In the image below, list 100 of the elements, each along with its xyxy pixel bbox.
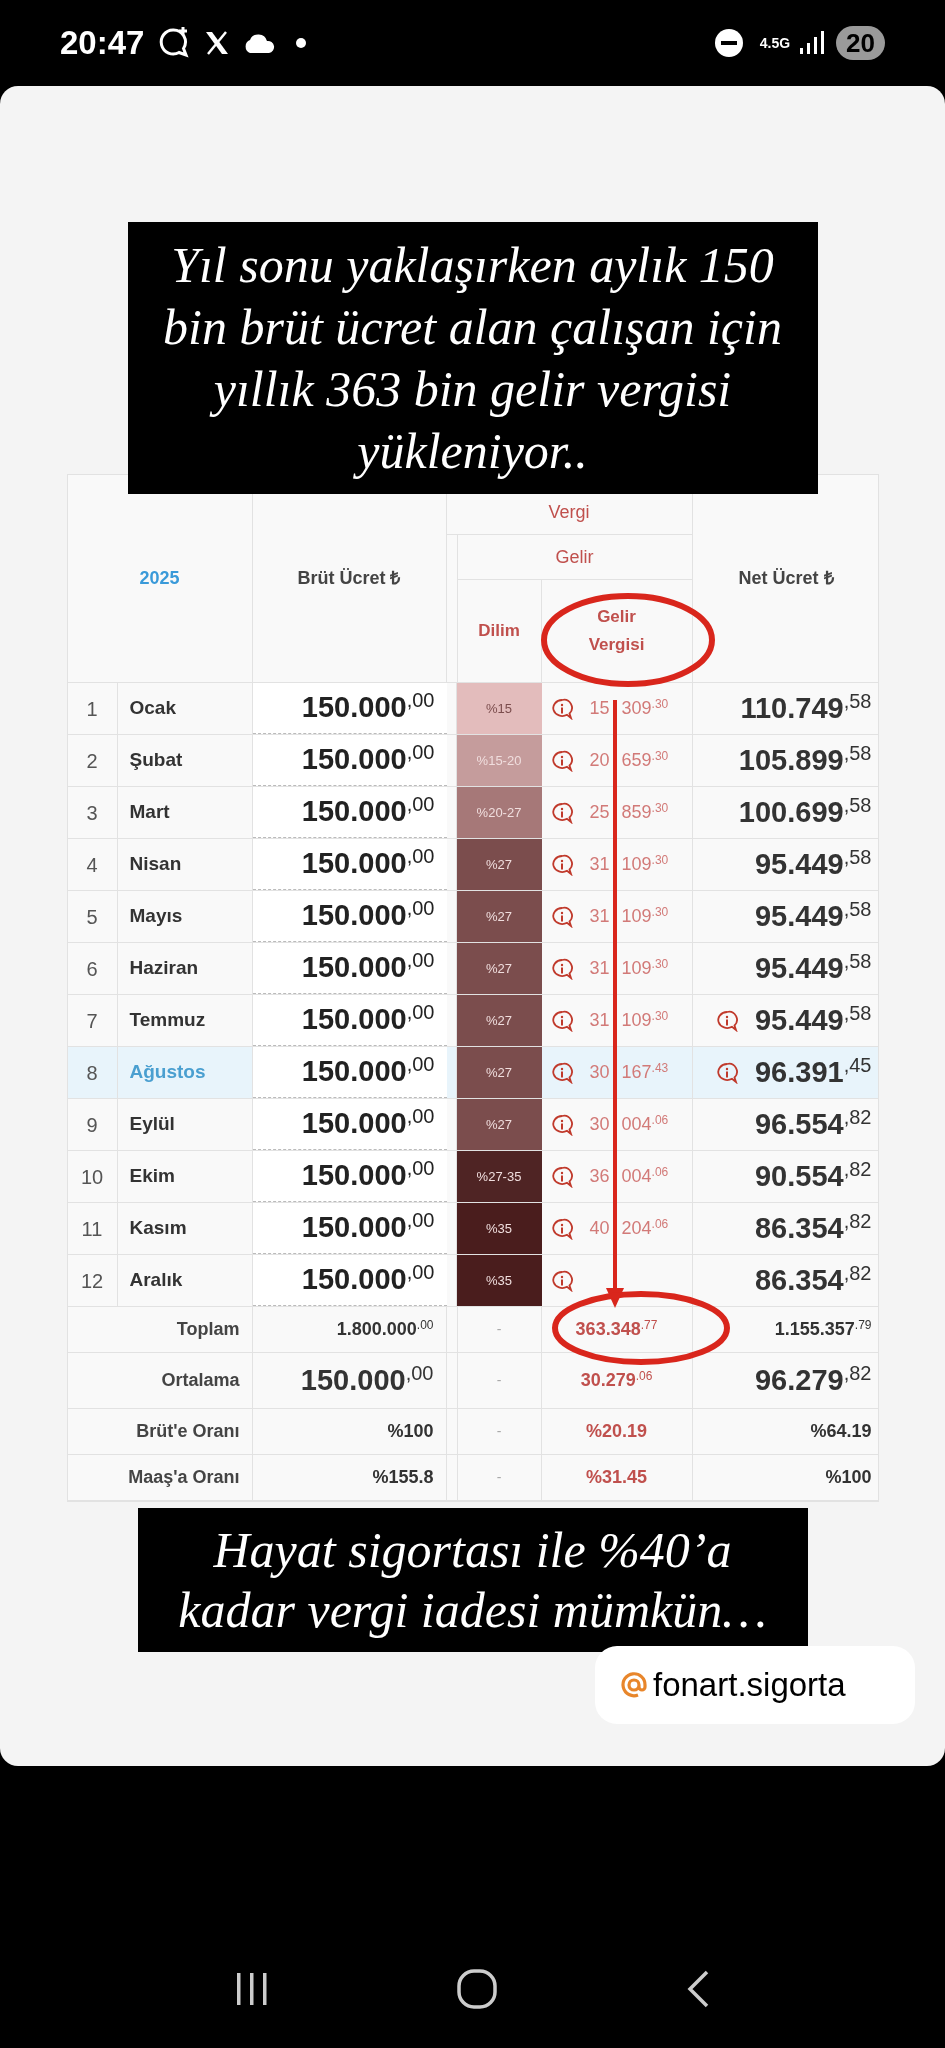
net-value: 86.354$^{,82}$ — [755, 1208, 872, 1246]
info-icon[interactable] — [549, 853, 574, 876]
info-icon[interactable] — [549, 697, 574, 720]
table-row[interactable]: 5 Mayıs 150.000$^{,00}$ %27 31 109$^{.30}$ 95.449$^{,58}$ — [67, 891, 878, 943]
income-tax-value: 31 — [588, 905, 610, 928]
tax-bracket-cell: %27 — [456, 1047, 542, 1098]
empty-dash: - — [496, 1371, 502, 1390]
gross-value: 150.000$^{,00}$ — [301, 688, 435, 726]
net-value: 1.155.357$^{.79}$ — [774, 1317, 872, 1341]
income-tax-value: 31 — [588, 1009, 610, 1032]
info-icon[interactable] — [715, 1061, 739, 1084]
table-row[interactable]: 3 Mart 150.000$^{,00}$ %20-27 25 859$^{.30}$ 100.699$^{,58}$ — [67, 787, 878, 839]
handle-text: fonart.sigorta — [653, 1665, 846, 1706]
gross-value: 150.000$^{,00}$ — [301, 1000, 435, 1038]
gross-value: 150.000$^{,00}$ — [301, 844, 435, 882]
gross-value: 150.000$^{,00}$ — [301, 1260, 435, 1298]
income-tax-value: 25 — [588, 801, 610, 824]
do-not-disturb-icon — [713, 28, 744, 58]
info-icon[interactable] — [549, 1061, 574, 1084]
month-label: Nisan — [129, 852, 182, 877]
summary-label: Toplam — [176, 1318, 240, 1341]
net-value: %64.19 — [810, 1420, 872, 1443]
gross-value: 150.000$^{,00}$ — [300, 1360, 434, 1398]
income-tax-value: 167$^{.43}$ — [621, 1060, 669, 1084]
income-tax-value: 004$^{.06}$ — [621, 1112, 669, 1136]
income-tax-value: 40 — [588, 1217, 610, 1240]
income-tax-value: %20.19 — [585, 1420, 648, 1443]
net-value: 90.554$^{,82}$ — [755, 1156, 872, 1194]
month-label: Temmuz — [129, 1008, 206, 1033]
income-tax-value: 309$^{.30}$ — [621, 696, 669, 720]
tax-bracket-cell: %27-35 — [456, 1151, 542, 1202]
tax-bracket-cell: %27 — [456, 943, 542, 994]
info-icon[interactable] — [549, 1113, 574, 1136]
month-label: Ekim — [129, 1164, 175, 1189]
info-icon[interactable] — [549, 957, 574, 980]
info-icon[interactable] — [549, 1217, 574, 1240]
row-number: 7 — [86, 1008, 98, 1034]
home-icon[interactable] — [456, 1968, 499, 2010]
row-number: 12 — [80, 1268, 104, 1294]
mention-sticker[interactable]: fonart.sigorta — [595, 1646, 915, 1724]
gross-value: 150.000$^{,00}$ — [301, 740, 435, 778]
info-icon[interactable] — [549, 801, 574, 824]
info-icon[interactable] — [549, 1269, 574, 1292]
caption-text: Yıl sonu yaklaşırken aylık 150 bin brüt ücret alan çalışan için yıllık 363 bin gelir vergisi yükleniyor.. — [162, 236, 783, 481]
income-tax-value: 004$^{.06}$ — [621, 1164, 669, 1188]
gross-value: 150.000$^{,00}$ — [301, 1052, 435, 1090]
column-header: Gelir — [555, 545, 594, 569]
table-row[interactable]: 2 Şubat 150.000$^{,00}$ %15-20 20 659$^{.30}$ 105.899$^{,58}$ — [67, 735, 878, 787]
signal-icon — [798, 30, 825, 56]
net-value: 105.899$^{,58}$ — [738, 740, 872, 778]
tax-bracket-cell: %15-20 — [456, 735, 542, 786]
clock: 20:47 — [60, 23, 145, 64]
month-label: Ağustos — [129, 1060, 206, 1085]
info-icon[interactable] — [715, 1009, 739, 1032]
gross-value: 150.000$^{,00}$ — [301, 896, 435, 934]
table-row[interactable]: 11 Kasım 150.000$^{,00}$ %35 40 204$^{.06}$ 86.354$^{,82}$ — [67, 1203, 878, 1255]
income-tax-value: 109$^{.30}$ — [621, 852, 669, 876]
month-label: Kasım — [129, 1216, 187, 1241]
battery-indicator: 20 — [836, 26, 885, 60]
income-tax-value: 363.348$^{.77}$ — [575, 1317, 658, 1341]
tax-bracket-cell: %27 — [456, 995, 542, 1046]
month-label: Haziran — [129, 956, 199, 981]
row-number: 8 — [86, 1060, 98, 1086]
info-icon[interactable] — [549, 905, 574, 928]
info-icon[interactable] — [549, 1165, 574, 1188]
table-row[interactable]: 4 Nisan 150.000$^{,00}$ %27 31 109$^{.30}$ 95.449$^{,58}$ — [67, 839, 878, 891]
summary-label: Brüt'e Oranı — [136, 1420, 240, 1443]
tax-bracket-cell: %27 — [456, 839, 542, 890]
info-icon[interactable] — [549, 749, 574, 772]
empty-dash: - — [496, 1320, 502, 1339]
at-sign-icon — [619, 1670, 649, 1700]
row-number: 1 — [86, 696, 98, 722]
table-row[interactable]: 10 Ekim 150.000$^{,00}$ %27-35 36 004$^{.06}$ 90.554$^{,82}$ — [67, 1151, 878, 1203]
x-logo-icon — [204, 30, 231, 56]
column-header: Net Ücret ₺ — [738, 567, 834, 590]
month-label: Mayıs — [129, 904, 183, 929]
table-row[interactable]: 9 Eylül 150.000$^{,00}$ %27 30 004$^{.06}$ 96.554$^{,82}$ — [67, 1099, 878, 1151]
table-row[interactable]: 12 Aralık 150.000$^{,00}$ %35 86.354$^{,82}$ — [67, 1255, 878, 1307]
year-header: 2025 — [139, 567, 180, 590]
empty-dash: - — [496, 1422, 502, 1441]
month-label: Mart — [129, 800, 170, 825]
table-row[interactable]: 1 Ocak 150.000$^{,00}$ %15 15 309$^{.30}$ 110.749$^{,58}$ — [67, 683, 878, 735]
empty-dash: - — [496, 1468, 502, 1487]
table-row[interactable]: 7 Temmuz 150.000$^{,00}$ %27 31 109$^{.30}$ 95.449$^{,58}$ — [67, 995, 878, 1047]
row-number: 3 — [86, 800, 98, 826]
table-row[interactable]: 8 Ağustos 150.000$^{,00}$ %27 30 167$^{.43}$ 96.391$^{,45}$ — [67, 1047, 878, 1099]
income-tax-value: 204$^{.06}$ — [621, 1216, 669, 1240]
income-tax-value: 30.279$^{.06}$ — [580, 1368, 653, 1392]
info-icon[interactable] — [549, 1009, 574, 1032]
tax-bracket-cell: %27 — [456, 891, 542, 942]
gross-value: 150.000$^{,00}$ — [301, 1156, 435, 1194]
tax-bracket-cell: %27 — [456, 1099, 542, 1150]
gross-value: 1.800.000$^{.00}$ — [336, 1317, 434, 1341]
row-number: 10 — [80, 1164, 104, 1190]
net-value: %100 — [825, 1466, 872, 1489]
month-label: Ocak — [129, 696, 176, 721]
gross-value: 150.000$^{,00}$ — [301, 792, 435, 830]
table-row[interactable]: 6 Haziran 150.000$^{,00}$ %27 31 109$^{.30}$ 95.449$^{,58}$ — [67, 943, 878, 995]
net-value: 100.699$^{,58}$ — [738, 792, 872, 830]
income-tax-value: 20 — [588, 749, 610, 772]
